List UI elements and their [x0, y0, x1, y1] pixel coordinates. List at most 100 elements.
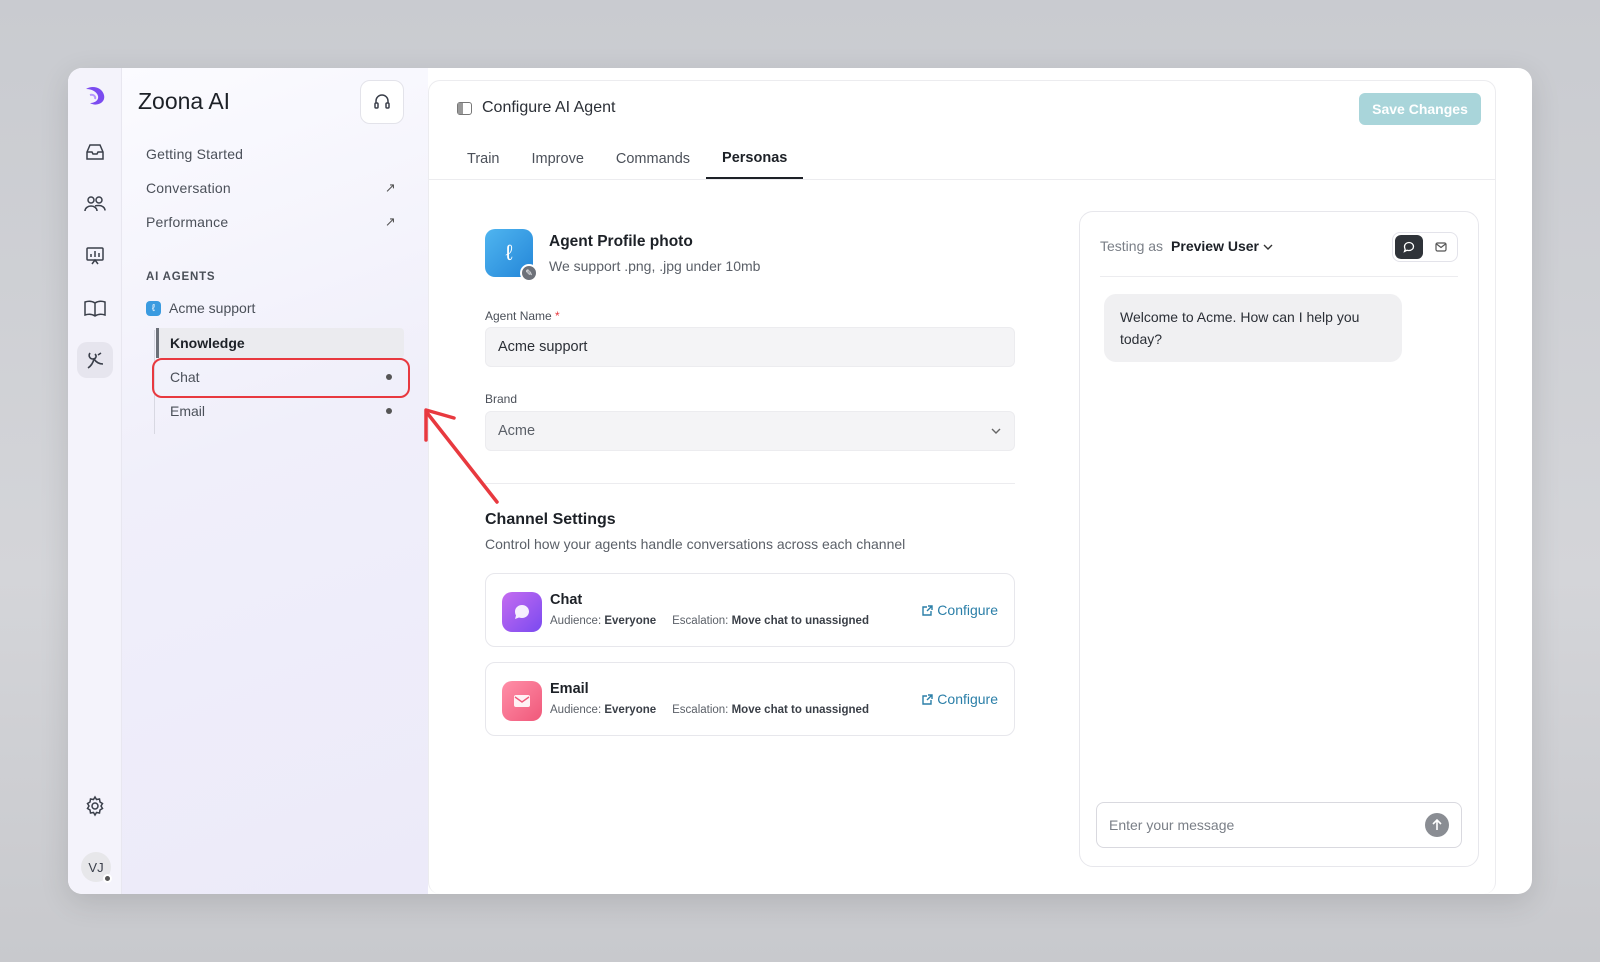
agent-acme-support[interactable]: ℓ Acme support: [146, 300, 255, 316]
message-input-placeholder: Enter your message: [1109, 817, 1235, 833]
channel-name: Email: [550, 681, 589, 697]
channel-meta: Audience: Everyone Escalation: Move chat…: [550, 704, 869, 716]
inbox-icon[interactable]: [77, 134, 113, 170]
testing-as-label: Testing as: [1100, 238, 1164, 254]
channel-settings-subtitle: Control how your agents handle conversat…: [485, 536, 906, 552]
external-arrow-icon: ↗: [384, 214, 396, 229]
sidebar-item-email[interactable]: Email: [156, 396, 404, 426]
tabs: Train Improve Commands Personas: [451, 139, 804, 179]
settings-gear-icon[interactable]: [77, 788, 113, 824]
zoona-logo-icon[interactable]: [77, 78, 113, 114]
sidebar-item-chat[interactable]: Chat: [156, 362, 404, 392]
brand-value: Acme: [498, 423, 536, 439]
divider: [429, 179, 1495, 180]
brand-label: Brand: [485, 392, 518, 406]
user-avatar[interactable]: VJ: [81, 852, 112, 883]
channel-name: Chat: [550, 592, 583, 608]
tab-personas[interactable]: Personas: [706, 139, 804, 179]
chat-bubble-icon: [1403, 241, 1415, 253]
agent-name-input[interactable]: Acme support: [485, 327, 1015, 367]
mail-icon: [1435, 242, 1447, 252]
email-mode-toggle[interactable]: [1427, 235, 1455, 259]
agent-name: Acme support: [169, 300, 256, 316]
ai-agent-icon[interactable]: [77, 342, 113, 378]
configure-chat-link[interactable]: Configure: [921, 602, 998, 618]
headset-icon: [374, 94, 390, 109]
divider: [485, 483, 1015, 484]
book-icon[interactable]: [77, 290, 113, 326]
section-label-ai-agents: AI AGENTS: [146, 271, 216, 283]
channel-settings-title: Channel Settings: [485, 511, 616, 528]
main-panel: Configure AI Agent Save Changes Train Im…: [428, 80, 1496, 894]
configure-label: Configure: [937, 691, 998, 707]
agent-profile-photo[interactable]: ℓ ✎: [485, 229, 538, 282]
profile-photo-subtitle: We support .png, .jpg under 10mb: [549, 258, 761, 274]
external-link-icon: [922, 604, 933, 616]
preview-user-dropdown[interactable]: Preview User: [1171, 238, 1273, 254]
page-header: Configure AI Agent: [457, 99, 615, 117]
sidebar: Zoona AI Getting Started Conversation ↗ …: [122, 68, 428, 894]
escalation-label: Escalation:: [672, 704, 729, 716]
chat-mode-toggle[interactable]: [1395, 235, 1423, 259]
escalation-label: Escalation:: [672, 615, 729, 627]
brand-select[interactable]: Acme: [485, 411, 1015, 451]
sidebar-item-label: Chat: [170, 369, 200, 385]
configure-label: Configure: [937, 602, 998, 618]
chat-channel-icon: [502, 592, 542, 632]
agent-logo-icon: ℓ: [505, 240, 513, 265]
save-changes-button[interactable]: Save Changes: [1359, 93, 1481, 125]
tree-line: [154, 330, 155, 434]
nav-label: Conversation: [146, 180, 231, 196]
app-title: Zoona AI: [138, 88, 231, 114]
tab-train[interactable]: Train: [451, 139, 516, 179]
sidebar-toggle-icon[interactable]: [457, 101, 472, 115]
configure-email-link[interactable]: Configure: [921, 691, 998, 707]
status-dot: [386, 374, 392, 380]
app-window: VJ Zoona AI Getting Started Conversation…: [68, 68, 1532, 894]
icon-rail: VJ: [68, 68, 122, 894]
external-link-icon: [922, 693, 933, 705]
users-icon[interactable]: [77, 186, 113, 222]
audience-value: Everyone: [604, 704, 657, 716]
sidebar-item-knowledge[interactable]: Knowledge: [156, 328, 404, 358]
nav-label: Getting Started: [146, 146, 244, 162]
preview-header: Testing as Preview User: [1100, 238, 1273, 254]
profile-photo-title: Agent Profile photo: [549, 233, 693, 250]
arrow-up-icon: [1432, 819, 1442, 830]
preview-user-label: Preview User: [1171, 238, 1259, 254]
channel-card-email: Email Audience: Everyone Escalation: Mov…: [485, 662, 1015, 736]
audience-label: Audience:: [550, 615, 602, 627]
nav-conversation[interactable]: Conversation ↗: [146, 173, 406, 203]
nav-getting-started[interactable]: Getting Started: [146, 139, 406, 169]
sidebar-item-label: Email: [170, 403, 206, 419]
avatar-initials: VJ: [88, 859, 104, 875]
nav-performance[interactable]: Performance ↗: [146, 207, 406, 237]
tab-improve[interactable]: Improve: [516, 139, 600, 179]
send-button[interactable]: [1425, 813, 1449, 837]
channel-toggle: [1392, 232, 1458, 262]
page-title: Configure AI Agent: [482, 99, 616, 116]
escalation-value: Move chat to unassigned: [731, 615, 869, 627]
chat-preview-panel: Testing as Preview User Welcome to Acme.…: [1079, 211, 1479, 867]
audience-value: Everyone: [604, 615, 657, 627]
status-dot: [386, 408, 392, 414]
edit-pencil-icon[interactable]: ✎: [520, 264, 538, 282]
support-chat-button[interactable]: [360, 80, 404, 124]
chevron-down-icon: [1263, 244, 1273, 250]
tab-commands[interactable]: Commands: [600, 139, 706, 179]
status-dot: [103, 874, 112, 883]
welcome-message-bubble: Welcome to Acme. How can I help you toda…: [1104, 294, 1402, 362]
sidebar-item-label: Knowledge: [170, 335, 245, 351]
email-channel-icon: [502, 681, 542, 721]
nav-label: Performance: [146, 214, 229, 230]
reports-icon[interactable]: [77, 238, 113, 274]
required-marker: *: [555, 309, 560, 323]
channel-meta: Audience: Everyone Escalation: Move chat…: [550, 615, 869, 627]
agent-name-label: Agent Name *: [485, 309, 560, 323]
message-input[interactable]: Enter your message: [1096, 802, 1462, 848]
divider: [1100, 276, 1458, 277]
external-arrow-icon: ↗: [384, 180, 396, 195]
channel-card-chat: Chat Audience: Everyone Escalation: Move…: [485, 573, 1015, 647]
agent-name-value: Acme support: [498, 339, 588, 355]
audience-label: Audience:: [550, 704, 602, 716]
